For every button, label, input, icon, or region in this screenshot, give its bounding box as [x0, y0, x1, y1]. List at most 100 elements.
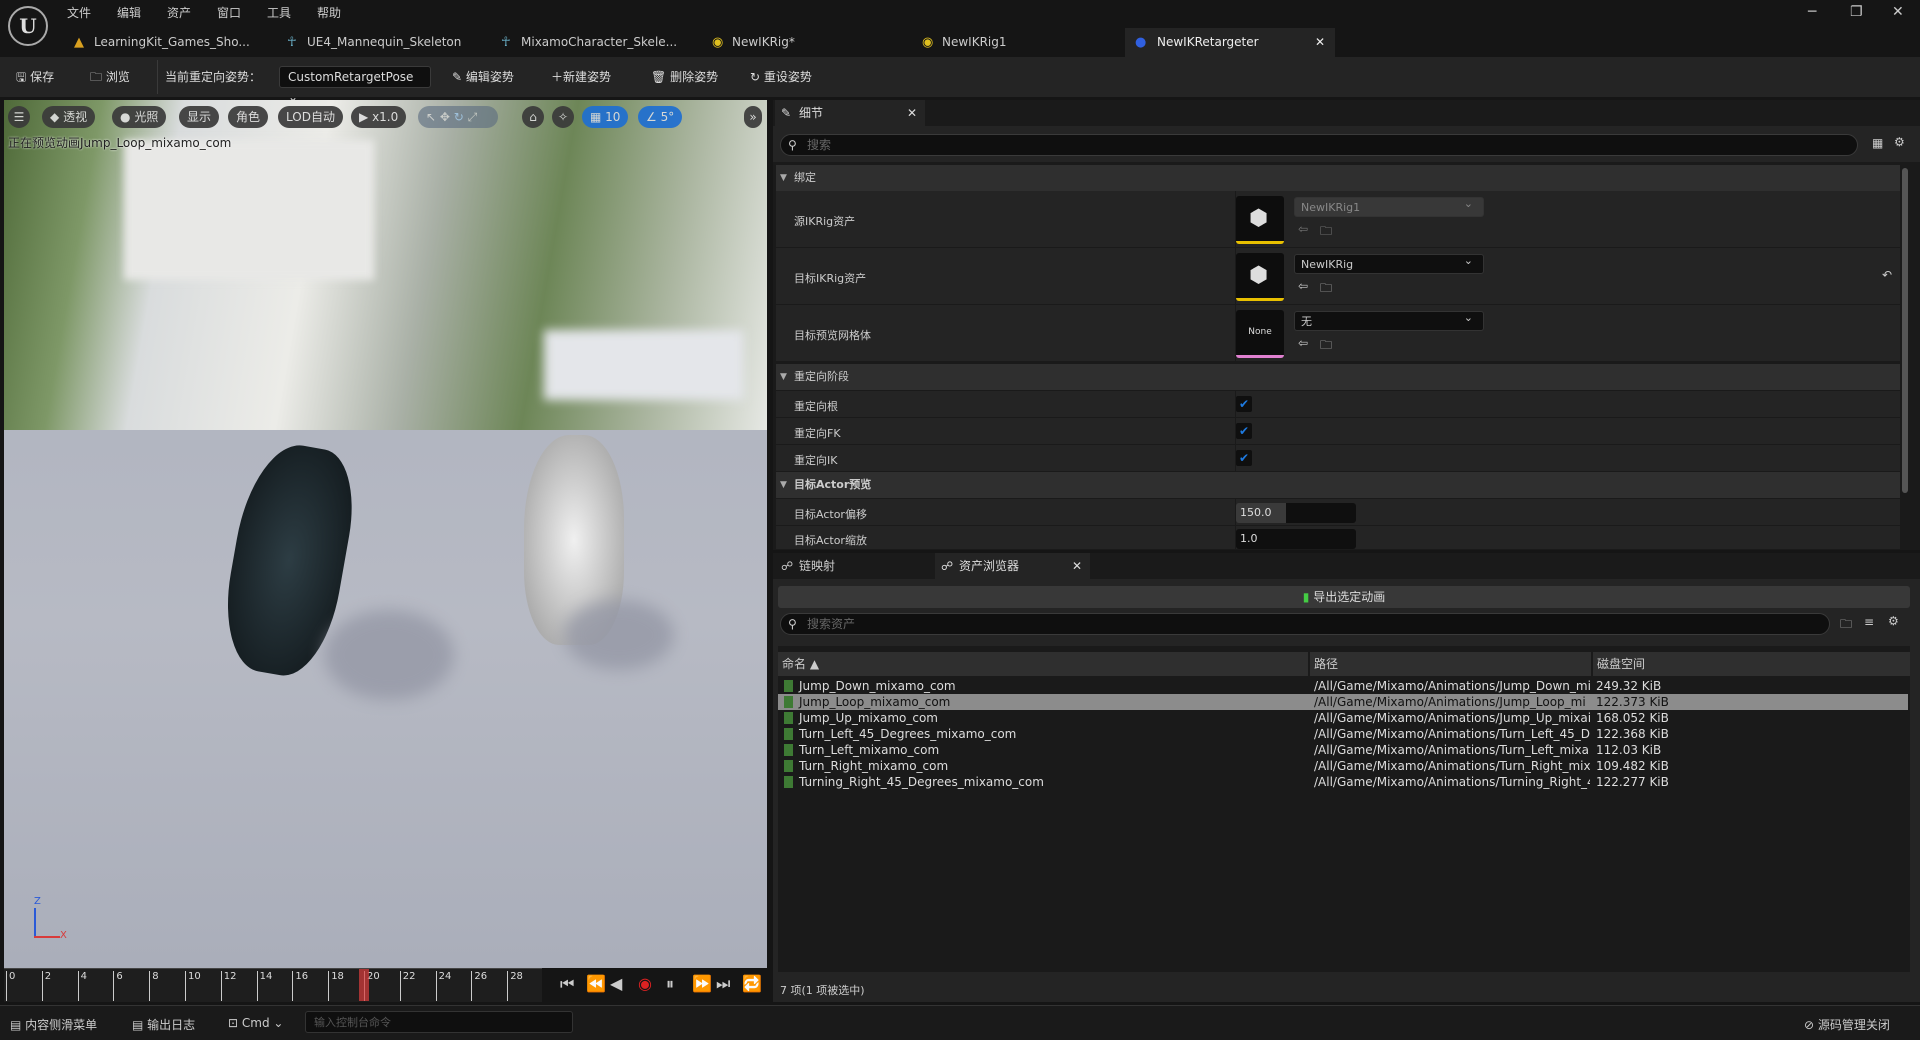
ikrig-thumbnail[interactable]: ⬢ [1236, 196, 1284, 244]
grid-snap-button[interactable]: ▦ 10 [582, 106, 629, 128]
new-pose-button[interactable]: ＋新建姿势 [551, 67, 611, 87]
tab-newikrig[interactable]: ◉ NewIKRig* [708, 28, 908, 57]
source-control-button[interactable]: ⊘ 源码管理关闭 [1804, 1016, 1890, 1033]
close-tab-icon[interactable]: ✕ [1072, 553, 1082, 579]
expand-toolbar-icon[interactable]: » [744, 106, 762, 128]
step-back-button[interactable]: ⏪ [586, 974, 606, 993]
section-actor-preview[interactable]: 目标Actor预览 [776, 472, 1900, 498]
tab-ue4-skeleton[interactable]: ☥ UE4_Mannequin_Skeleton [283, 28, 493, 57]
pose-combo[interactable]: CustomRetargetPose ⌄ [279, 66, 431, 104]
browse-asset-icon[interactable]: 🗀 [1320, 279, 1332, 300]
export-animations-button[interactable]: ▮ 导出选定动画 [778, 586, 1910, 608]
minimize-button[interactable]: ─ [1808, 4, 1816, 20]
folder-icon[interactable]: 🗀 [1840, 615, 1852, 636]
loop-button[interactable]: 🔁 [742, 974, 762, 993]
ikrig-thumbnail[interactable]: ⬢ [1236, 253, 1284, 301]
transform-tools[interactable]: ↖ ✥ ↻ ⤢ [418, 106, 498, 128]
output-log-button[interactable]: ▤ 输出日志 [132, 1016, 195, 1033]
column-path-header[interactable]: 路径 [1309, 652, 1591, 676]
retarget-root-checkbox[interactable]: ✔ [1236, 396, 1252, 412]
menu-tools[interactable]: 工具 [267, 4, 291, 21]
filter-icon[interactable]: ≡ [1864, 615, 1874, 629]
mesh-thumbnail[interactable]: None [1236, 310, 1284, 358]
unreal-logo[interactable]: U [8, 6, 48, 46]
close-tab-icon[interactable]: ✕ [1315, 28, 1325, 57]
character-button[interactable]: 角色 [228, 106, 269, 128]
to-end-button[interactable]: ⏭ [716, 974, 730, 994]
lighting-button[interactable]: ● 光照 [112, 106, 167, 128]
preview-mesh-dropdown[interactable]: 无 [1294, 308, 1484, 331]
tab-mixamo-skeleton[interactable]: ☥ MixamoCharacter_Skele... [497, 28, 707, 57]
retarget-ik-checkbox[interactable]: ✔ [1236, 450, 1252, 466]
pause-button[interactable]: ⏸ [666, 974, 674, 994]
asset-row[interactable]: Turn_Left_45_Degrees_mixamo_com/All/Game… [778, 726, 1908, 742]
asset-row[interactable]: Jump_Down_mixamo_com/All/Game/Mixamo/Ani… [778, 678, 1908, 694]
surface-snap-icon[interactable]: ✧ [552, 106, 574, 128]
actor-offset-input[interactable]: 150.0 [1236, 503, 1356, 523]
details-search-input[interactable]: ⚲ 搜索 [780, 134, 1858, 156]
use-selected-icon[interactable]: ⇦ [1298, 279, 1308, 293]
asset-row[interactable]: Turn_Left_mixamo_com/All/Game/Mixamo/Ani… [778, 742, 1908, 758]
menu-help[interactable]: 帮助 [317, 4, 341, 21]
save-button[interactable]: 🖫 保存 [16, 67, 54, 87]
reset-pose-button[interactable]: ↻ 重设姿势 [750, 67, 812, 87]
menu-asset[interactable]: 资产 [167, 4, 191, 21]
target-ikrig-dropdown[interactable]: NewIKRig [1294, 251, 1484, 274]
lod-button[interactable]: LOD自动 [278, 106, 343, 128]
playhead[interactable] [359, 969, 369, 1001]
browse-asset-icon[interactable]: 🗀 [1320, 222, 1332, 243]
timeline-tick: 16 [292, 971, 308, 1001]
asset-row[interactable]: Jump_Loop_mixamo_com/All/Game/Mixamo/Ani… [778, 694, 1908, 710]
close-window-button[interactable]: ✕ [1892, 4, 1904, 20]
menu-edit[interactable]: 编辑 [117, 4, 141, 21]
gear-icon[interactable]: ⚙ [1888, 614, 1899, 628]
edit-pose-button[interactable]: ✎ 编辑姿势 [452, 67, 514, 87]
gear-icon[interactable]: ⚙ [1894, 135, 1905, 149]
use-selected-icon[interactable]: ⇦ [1298, 222, 1308, 236]
browse-button[interactable]: 🗀 浏览 [90, 67, 130, 87]
table-view-icon[interactable]: ▦ [1872, 136, 1883, 150]
tab-chain-mapping[interactable]: ☍ 链映射 [775, 553, 925, 579]
column-size-header[interactable]: 磁盘空间 [1592, 652, 1910, 676]
step-forward-button[interactable]: ⏩ [692, 974, 712, 993]
cmd-dropdown[interactable]: ⊡ Cmd ⌄ [228, 1016, 283, 1030]
show-button[interactable]: 显示 [179, 106, 220, 128]
asset-row[interactable]: Turn_Right_mixamo_com/All/Game/Mixamo/An… [778, 758, 1908, 774]
asset-row[interactable]: Turning_Right_45_Degrees_mixamo_com/All/… [778, 774, 1908, 790]
column-name-header[interactable]: 命名 ▲ [778, 652, 1308, 676]
delete-pose-button[interactable]: 🗑 删除姿势 [651, 67, 718, 87]
lighting-icon: ● [120, 110, 131, 124]
reset-to-default-icon[interactable]: ↶ [1882, 268, 1892, 282]
to-start-button[interactable]: ⏮ [560, 974, 574, 994]
browse-asset-icon[interactable]: 🗀 [1320, 336, 1332, 357]
menu-window[interactable]: 窗口 [217, 4, 241, 21]
content-drawer-button[interactable]: ▤ 内容侧滑菜单 [10, 1016, 97, 1033]
viewport-menu-button[interactable]: ☰ [8, 106, 30, 128]
asset-search-input[interactable]: ⚲ 搜索资产 [780, 613, 1830, 635]
record-button[interactable]: ◉ [638, 974, 652, 993]
tab-learningkit[interactable]: ▲ LearningKit_Games_Sho... [70, 28, 280, 57]
restore-button[interactable]: ❐ [1850, 4, 1863, 20]
angle-snap-button[interactable]: ∠ 5° [638, 106, 683, 128]
tab-details[interactable]: ✎ 细节 ✕ [775, 100, 925, 126]
section-binding[interactable]: 绑定 [776, 165, 1900, 191]
camera-icon[interactable]: ⌂ [522, 106, 544, 128]
close-tab-icon[interactable]: ✕ [907, 100, 917, 126]
play-reverse-button[interactable]: ◀ [610, 974, 622, 993]
playback-speed-button[interactable]: ▶ x1.0 [351, 106, 407, 128]
source-ikrig-dropdown[interactable]: NewIKRig1 [1294, 194, 1484, 217]
perspective-button[interactable]: ◆ 透视 [42, 106, 96, 128]
asset-row[interactable]: Jump_Up_mixamo_com/All/Game/Mixamo/Anima… [778, 710, 1908, 726]
details-scrollbar[interactable] [1902, 168, 1908, 493]
tab-newikrig1[interactable]: ◉ NewIKRig1 [918, 28, 1118, 57]
tab-newikretargeter[interactable]: ● NewIKRetargeter ✕ [1125, 28, 1335, 57]
retarget-fk-checkbox[interactable]: ✔ [1236, 423, 1252, 439]
timeline-scrubber[interactable]: 0 2 4 6 8 10 12 14 16 18 20 22 24 26 28 [4, 968, 542, 1002]
use-selected-icon[interactable]: ⇦ [1298, 336, 1308, 350]
viewport[interactable]: ☰ ◆ 透视 ● 光照 显示 角色 LOD自动 ▶ x1.0 ↖ ✥ ↻ ⤢ ⌂… [4, 100, 767, 968]
tab-asset-browser[interactable]: ☍ 资产浏览器 ✕ [935, 553, 1090, 579]
actor-scale-input[interactable]: 1.0 [1236, 529, 1356, 549]
menu-file[interactable]: 文件 [67, 4, 91, 21]
section-retarget-phases[interactable]: 重定向阶段 [776, 364, 1900, 390]
console-input[interactable]: 输入控制台命令 [305, 1011, 573, 1033]
